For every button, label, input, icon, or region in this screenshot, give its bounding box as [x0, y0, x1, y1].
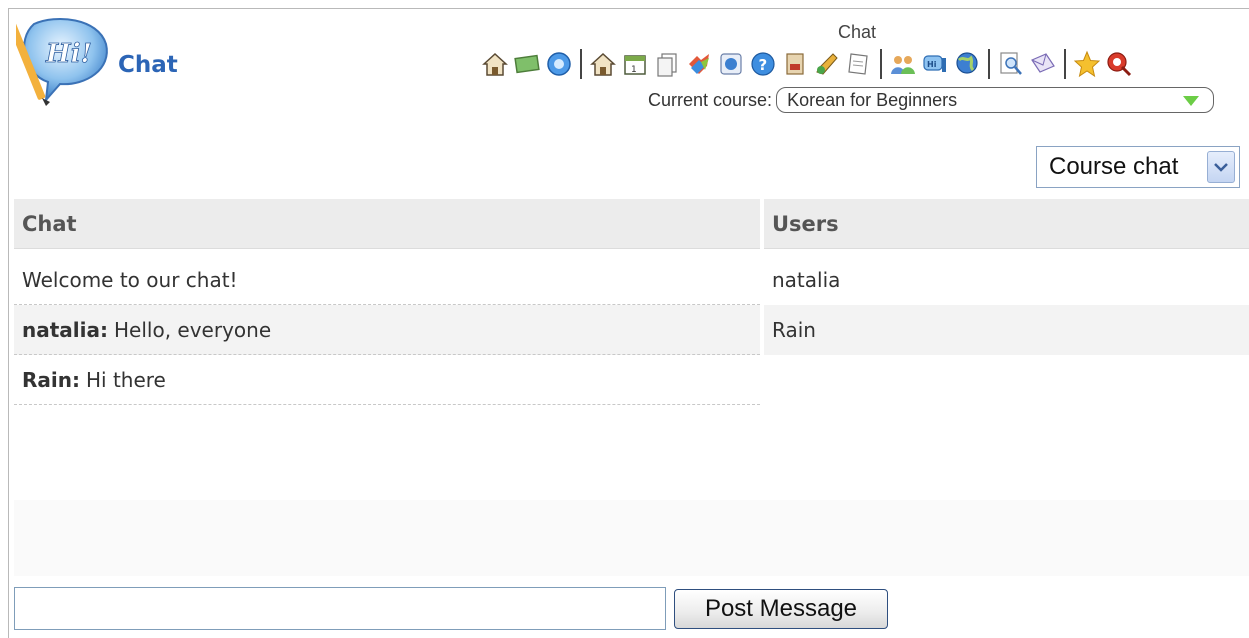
user-list: natalia Rain — [764, 255, 1249, 355]
home-icon[interactable] — [480, 48, 510, 80]
chat-icon[interactable]: Hi — [920, 48, 950, 80]
course-label: Current course: — [648, 89, 773, 110]
message-text: Welcome to our chat! — [22, 267, 238, 292]
home-icon[interactable] — [588, 48, 618, 80]
toolbar-separator — [580, 49, 582, 79]
toolbar-separator — [988, 49, 990, 79]
svg-text:Hi!: Hi! — [45, 39, 92, 69]
course-selector-row: Current course: Korean for Beginners — [648, 86, 1215, 114]
chat-type-value: Course chat — [1049, 153, 1179, 180]
chat-type-select[interactable]: Course chat — [1036, 146, 1240, 188]
message-author: Rain: — [22, 367, 80, 392]
toolbar: 1 ? Hi — [480, 46, 1136, 82]
chevron-down-icon — [1183, 96, 1200, 106]
message-author: natalia: — [22, 317, 108, 342]
toolbar-separator — [1064, 49, 1066, 79]
globe-icon[interactable] — [544, 48, 574, 80]
message-text: Hi there — [86, 367, 166, 392]
toolbar-separator — [880, 49, 882, 79]
user-item[interactable]: Rain — [764, 305, 1249, 355]
whiteboard-icon[interactable] — [512, 48, 542, 80]
svg-text:Hi: Hi — [927, 60, 937, 69]
help-icon[interactable]: ? — [748, 48, 778, 80]
svg-text:?: ? — [759, 56, 768, 74]
dropbox-icon[interactable] — [780, 48, 810, 80]
chat-area-background — [14, 500, 1249, 576]
chat-logo-icon: Hi! — [6, 14, 110, 106]
user-item[interactable]: natalia — [764, 255, 1249, 305]
message-text: Hello, everyone — [114, 317, 272, 342]
post-message-button[interactable]: Post Message — [674, 589, 888, 629]
notes-icon[interactable] — [844, 48, 874, 80]
chat-message: Welcome to our chat! — [14, 255, 760, 305]
favorites-icon[interactable] — [1072, 48, 1102, 80]
links-icon[interactable] — [684, 48, 714, 80]
chevron-down-icon[interactable] — [1207, 151, 1235, 183]
documents-icon[interactable] — [652, 48, 682, 80]
app-title: Chat — [118, 52, 178, 78]
chat-message: natalia: Hello, everyone — [14, 305, 760, 355]
page-heading: Chat — [838, 22, 877, 42]
edit-icon[interactable] — [812, 48, 842, 80]
users-icon[interactable] — [888, 48, 918, 80]
mail-icon[interactable] — [1028, 48, 1058, 80]
message-list: Welcome to our chat! natalia: Hello, eve… — [14, 255, 760, 405]
svg-text:1: 1 — [631, 65, 637, 75]
message-input[interactable] — [14, 587, 666, 630]
users-panel-header: Users — [764, 199, 1249, 249]
search-icon[interactable] — [996, 48, 1026, 80]
web-icon[interactable] — [716, 48, 746, 80]
course-select-value: Korean for Beginners — [787, 90, 958, 110]
chat-panel-header: Chat — [14, 199, 760, 249]
course-select[interactable]: Korean for Beginners — [776, 87, 1215, 113]
chat-message: Rain: Hi there — [14, 355, 760, 405]
calendar-icon[interactable]: 1 — [620, 48, 650, 80]
network-icon[interactable] — [952, 48, 982, 80]
logout-icon[interactable] — [1104, 48, 1134, 80]
